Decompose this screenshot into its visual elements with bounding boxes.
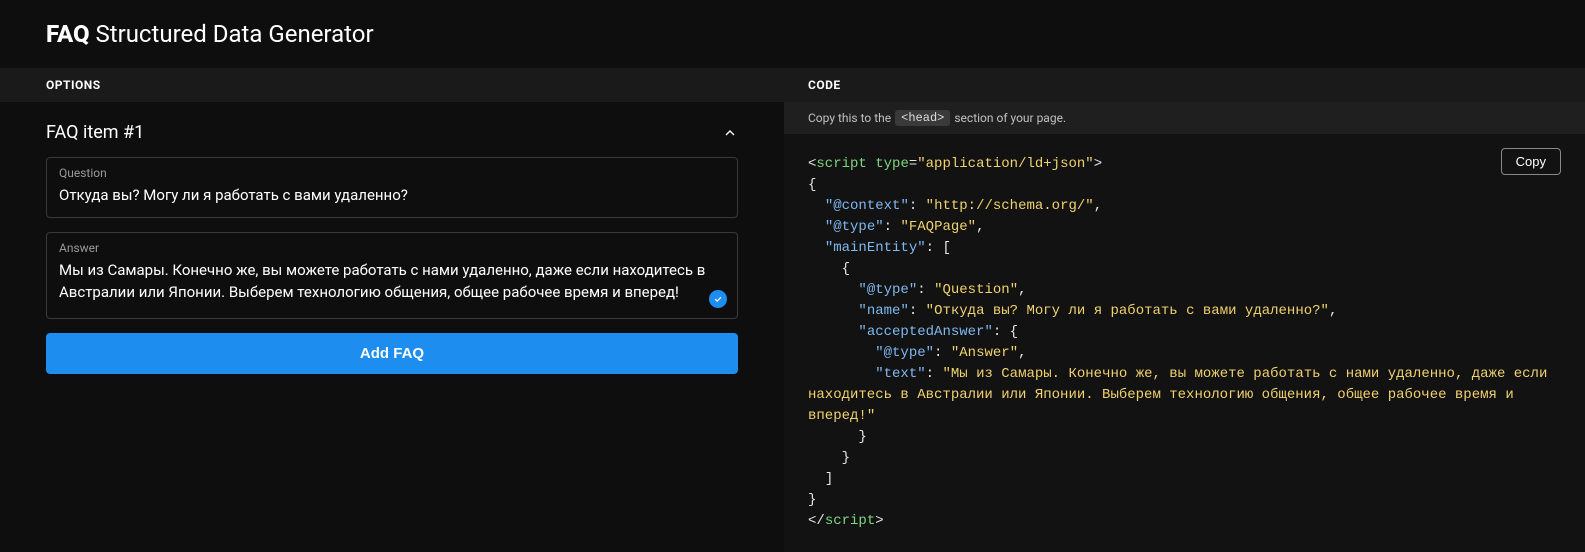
code-panel: CODE Copy this to the <head> section of … bbox=[784, 68, 1585, 552]
check-icon bbox=[709, 290, 727, 308]
code-subhead: Copy this to the <head> section of your … bbox=[784, 102, 1585, 134]
options-heading: OPTIONS bbox=[0, 68, 784, 102]
answer-input[interactable] bbox=[59, 259, 725, 304]
question-label: Question bbox=[59, 166, 725, 180]
add-faq-button[interactable]: Add FAQ bbox=[46, 333, 738, 374]
subhead-suffix: section of your page. bbox=[954, 111, 1066, 125]
code-output: Copy<script type="application/ld+json"> … bbox=[784, 134, 1585, 552]
faq-item-title: FAQ item #1 bbox=[46, 122, 144, 143]
faq-item-header[interactable]: FAQ item #1 bbox=[46, 122, 738, 143]
code-heading: CODE bbox=[784, 68, 1585, 102]
answer-label: Answer bbox=[59, 241, 725, 255]
answer-field[interactable]: Answer bbox=[46, 232, 738, 319]
options-panel: OPTIONS FAQ item #1 Question Answer Add … bbox=[0, 68, 784, 552]
subhead-prefix: Copy this to the bbox=[808, 111, 891, 125]
chevron-up-icon bbox=[722, 125, 738, 141]
question-input[interactable] bbox=[59, 184, 725, 207]
copy-button[interactable]: Copy bbox=[1501, 148, 1561, 175]
page-title-bold: FAQ bbox=[46, 20, 90, 48]
page-title-rest: Structured Data Generator bbox=[95, 20, 373, 48]
head-tag-chip: <head> bbox=[895, 110, 950, 126]
page-title: FAQ Structured Data Generator bbox=[0, 0, 1585, 68]
question-field[interactable]: Question bbox=[46, 157, 738, 218]
